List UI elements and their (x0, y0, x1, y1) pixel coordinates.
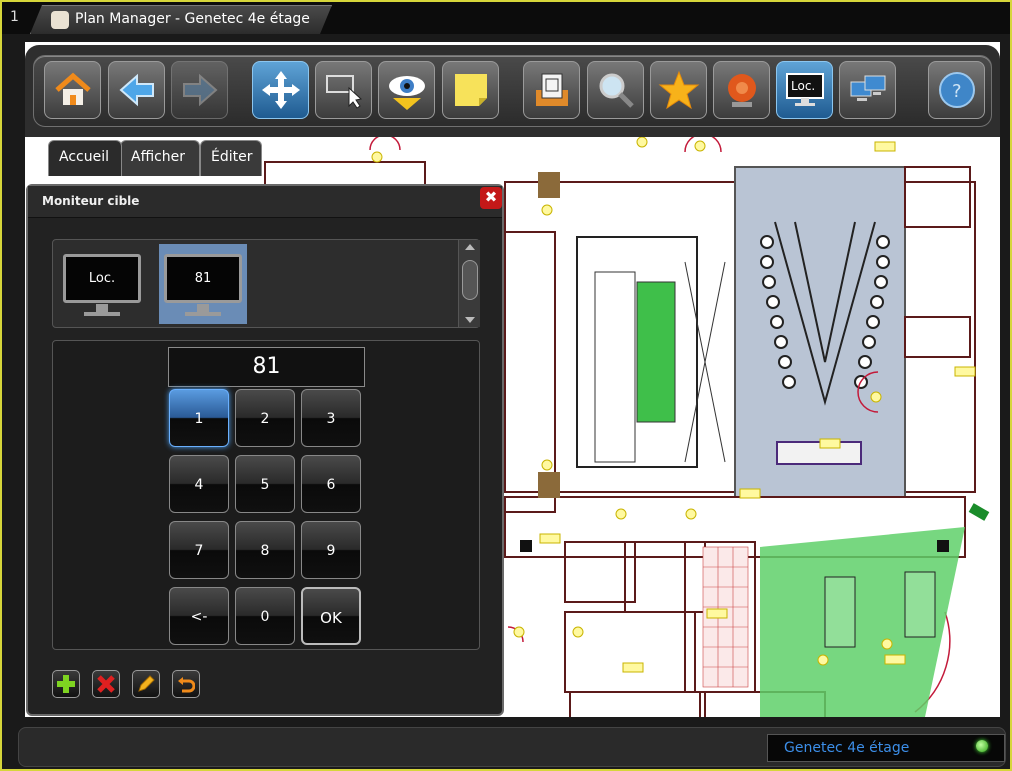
back-button[interactable] (108, 61, 165, 119)
scroll-thumb[interactable] (462, 260, 478, 300)
monitor-number-display[interactable]: 81 (168, 347, 365, 387)
ok-button[interactable]: OK (301, 587, 361, 645)
monitor-stand (197, 304, 209, 312)
tab-plan-manager[interactable]: Plan Manager - Genetec 4e étage (30, 5, 332, 34)
key-2[interactable]: 2 (235, 389, 295, 447)
key-4[interactable]: 4 (169, 455, 229, 513)
star-favorite-icon (658, 70, 699, 110)
arrow-left-icon (118, 73, 154, 107)
home-icon (54, 72, 91, 105)
document-tab-bar: 1 Plan Manager - Genetec 4e étage (2, 2, 1010, 34)
dialog-title: Moniteur cible (42, 194, 140, 208)
monitor-screen: Loc. (63, 254, 141, 303)
tab-title: Plan Manager - Genetec 4e étage (75, 11, 310, 27)
app-window: 1 Plan Manager - Genetec 4e étage Loc. ?… (0, 0, 1012, 771)
tab-number: 1 (10, 9, 19, 25)
svg-text:?: ? (952, 81, 962, 102)
key-3[interactable]: 3 (301, 389, 361, 447)
help-button[interactable]: ? (928, 61, 985, 119)
forward-button[interactable] (171, 61, 228, 119)
status-map-name: Genetec 4e étage (767, 734, 1005, 762)
search-button[interactable] (587, 61, 644, 119)
network-monitors-button[interactable] (839, 61, 896, 119)
close-icon[interactable]: ✖ (480, 187, 502, 209)
delete-button[interactable] (92, 670, 120, 698)
connection-status-icon (976, 740, 988, 752)
add-icon (57, 675, 75, 693)
select-pointer-icon (325, 75, 362, 109)
monitor-item-81[interactable]: 81 (159, 244, 247, 324)
key-8[interactable]: 8 (235, 521, 295, 579)
keypad-area: 81 1 2 3 4 5 6 7 8 9 <- 0 OK (52, 340, 480, 650)
edit-pencil-icon (138, 675, 155, 692)
scroll-up-icon[interactable] (465, 244, 475, 250)
key-0[interactable]: 0 (235, 587, 295, 645)
alarm-bell-icon (727, 74, 756, 107)
arrow-right-icon (182, 73, 218, 107)
map-button[interactable] (523, 61, 580, 119)
monitor-stand (96, 304, 108, 312)
key-5[interactable]: 5 (235, 455, 295, 513)
note-icon (454, 74, 487, 106)
favorites-button[interactable] (650, 61, 707, 119)
monitor-list-scrollbar[interactable] (458, 240, 480, 327)
home-button[interactable] (44, 61, 101, 119)
key-7[interactable]: 7 (169, 521, 229, 579)
key-backspace[interactable]: <- (169, 587, 229, 645)
select-button[interactable] (315, 61, 372, 119)
pan-button[interactable] (252, 61, 309, 119)
undo-button[interactable] (172, 670, 200, 698)
pan-move-icon (261, 71, 300, 109)
tab-editer[interactable]: Éditer (200, 140, 262, 176)
monitor-base (185, 312, 221, 316)
monitor-base (84, 312, 120, 316)
plan-manager-icon (51, 11, 69, 29)
status-bar: Genetec 4e étage (18, 727, 1006, 767)
ribbon-tabs: Accueil Afficher Éditer (48, 140, 278, 176)
key-6[interactable]: 6 (301, 455, 361, 513)
local-monitor-label: Loc. (791, 79, 816, 93)
monitor-list: Loc. 81 (52, 239, 480, 328)
scroll-down-icon[interactable] (465, 317, 475, 323)
map-tray-icon (535, 73, 568, 106)
view-button[interactable] (378, 61, 435, 119)
alarm-button[interactable] (713, 61, 770, 119)
tab-afficher[interactable]: Afficher (120, 140, 200, 176)
target-monitor-dialog: Moniteur cible ✖ Loc. 81 81 1 2 3 4 5 6 … (26, 184, 504, 716)
note-button[interactable] (442, 61, 499, 119)
delete-icon (97, 675, 115, 693)
key-9[interactable]: 9 (301, 521, 361, 579)
search-magnifier-icon (599, 73, 634, 108)
key-1[interactable]: 1 (169, 389, 229, 447)
network-monitors-icon (850, 75, 885, 101)
local-monitor-button[interactable]: Loc. (776, 61, 833, 119)
monitor-screen: 81 (164, 254, 242, 303)
eye-icon (388, 76, 425, 110)
add-button[interactable] (52, 670, 80, 698)
monitor-item-loc[interactable]: Loc. (58, 244, 146, 324)
help-icon: ? (938, 72, 975, 108)
undo-icon (178, 677, 195, 693)
edit-button[interactable] (132, 670, 160, 698)
tab-accueil[interactable]: Accueil (48, 140, 122, 176)
